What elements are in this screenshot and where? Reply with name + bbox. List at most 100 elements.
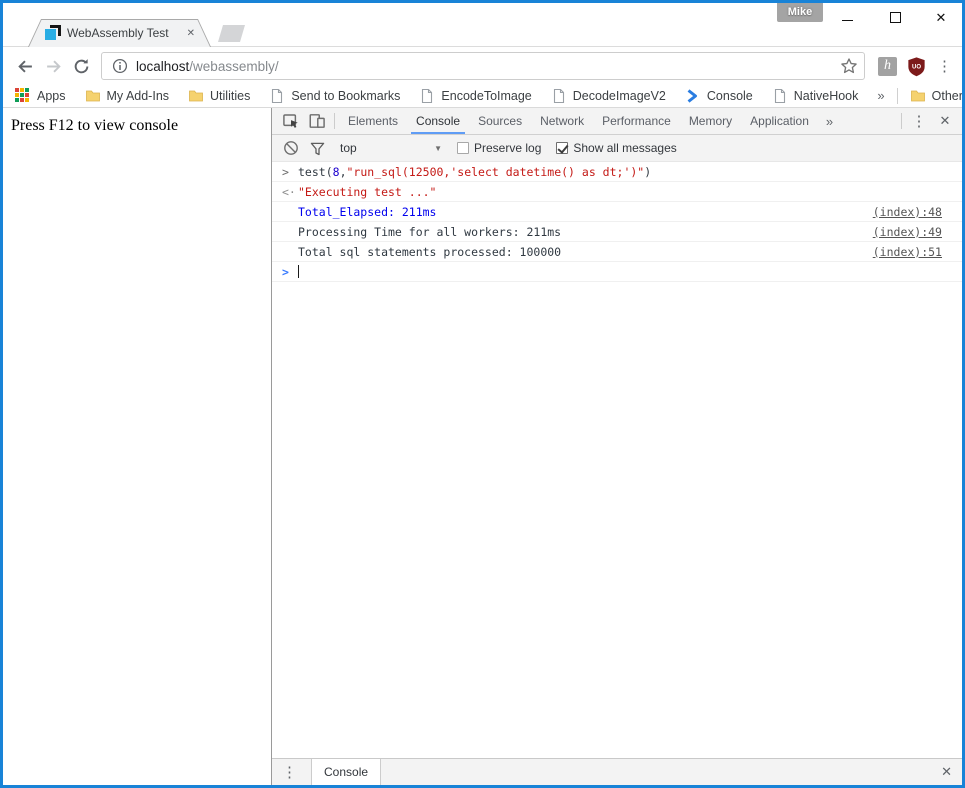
reload-button[interactable] bbox=[67, 52, 95, 80]
profile-badge[interactable]: Mike bbox=[777, 3, 823, 22]
console-row-log: Total sql statements processed: 100000 (i… bbox=[272, 242, 962, 262]
console-row-result: <·"Executing test ..." bbox=[272, 182, 962, 202]
minimize-button[interactable] bbox=[827, 3, 867, 31]
show-all-messages-checkbox[interactable]: Show all messages bbox=[556, 141, 676, 155]
console-message-text: Total_Elapsed: 211ms bbox=[298, 205, 861, 219]
devtools-tab-performance[interactable]: Performance bbox=[593, 108, 680, 134]
bookmark-label: Apps bbox=[37, 89, 66, 103]
devtools-tab-sources[interactable]: Sources bbox=[469, 108, 531, 134]
tab-close-icon[interactable]: ✕ bbox=[187, 28, 195, 39]
page-content: Press F12 to view console bbox=[3, 108, 271, 785]
maximize-button[interactable] bbox=[875, 3, 915, 31]
clear-console-button[interactable] bbox=[278, 136, 304, 160]
browser-tab[interactable]: WebAssembly Test ✕ bbox=[28, 19, 211, 47]
filter-funnel-icon bbox=[310, 141, 325, 156]
bookmark-item[interactable]: Apps bbox=[15, 88, 66, 104]
inspect-element-button[interactable] bbox=[278, 109, 304, 133]
tab-title: WebAssembly Test bbox=[67, 26, 179, 40]
console-row-input[interactable]: > bbox=[272, 262, 962, 282]
console-chevron-icon bbox=[685, 88, 701, 104]
svg-text:UO: UO bbox=[912, 64, 921, 70]
bookmark-label: Send to Bookmarks bbox=[291, 89, 400, 103]
bookmark-item[interactable]: Console bbox=[685, 88, 753, 104]
bookmark-label: Console bbox=[707, 89, 753, 103]
close-icon: ✕ bbox=[936, 11, 947, 24]
other-bookmarks-button[interactable]: Other bookmarks bbox=[910, 88, 965, 104]
bookmark-item[interactable]: Send to Bookmarks bbox=[269, 88, 400, 104]
folder-icon bbox=[85, 88, 101, 104]
console-row-log: Total_Elapsed: 211ms (index):48 bbox=[272, 202, 962, 222]
inspect-cursor-icon bbox=[282, 112, 300, 130]
maximize-icon bbox=[890, 12, 901, 23]
devtools-tab-network[interactable]: Network bbox=[531, 108, 593, 134]
drawer-close-icon[interactable]: ✕ bbox=[941, 764, 952, 780]
bookmark-item[interactable]: EncodeToImage bbox=[419, 88, 531, 104]
webassembly-favicon-icon bbox=[45, 25, 61, 41]
preserve-log-checkbox[interactable]: Preserve log bbox=[457, 141, 541, 155]
console-message-text: test(8,"run_sql(12500,'select datetime()… bbox=[298, 165, 942, 179]
forward-icon bbox=[45, 58, 62, 75]
devtools-menu-icon[interactable]: ⋮ bbox=[906, 109, 932, 133]
url-path: /webassembly/ bbox=[189, 59, 278, 74]
devtools-tabs-overflow-icon[interactable]: » bbox=[818, 114, 841, 129]
console-source-link[interactable]: (index):48 bbox=[873, 205, 942, 219]
ublock-shield-icon: UO bbox=[906, 56, 927, 77]
bookmark-label: Utilities bbox=[210, 89, 250, 103]
prompt-chevron-icon: > bbox=[282, 265, 298, 279]
prompt-chevron-icon: > bbox=[282, 165, 298, 179]
page-icon bbox=[269, 88, 285, 104]
bookmark-item[interactable]: My Add-Ins bbox=[85, 88, 170, 104]
toolbar-divider bbox=[334, 113, 335, 129]
extension-h-button[interactable]: h bbox=[878, 57, 897, 76]
chevron-down-icon: ▼ bbox=[434, 144, 442, 153]
devtools-drawer: ⋮ Console ✕ bbox=[272, 758, 962, 785]
address-bar[interactable]: localhost/webassembly/ bbox=[101, 52, 865, 80]
devtools-tabbar: ElementsConsoleSourcesNetworkPerformance… bbox=[272, 108, 962, 135]
checkbox-icon bbox=[457, 142, 469, 154]
close-button[interactable]: ✕ bbox=[921, 3, 961, 31]
toolbar-divider bbox=[901, 113, 902, 129]
console-messages[interactable]: >test(8,"run_sql(12500,'select datetime(… bbox=[272, 162, 962, 758]
drawer-tab-console[interactable]: Console bbox=[311, 759, 381, 785]
bookmark-item[interactable]: Utilities bbox=[188, 88, 250, 104]
bookmark-star-icon[interactable] bbox=[840, 57, 858, 75]
bookmark-item[interactable]: DecodeImageV2 bbox=[551, 88, 666, 104]
folder-icon bbox=[910, 88, 926, 104]
devtools-panel: ElementsConsoleSourcesNetworkPerformance… bbox=[271, 108, 962, 785]
execution-context-selector[interactable]: top ▼ bbox=[340, 141, 442, 155]
console-message-text: Total sql statements processed: 100000 bbox=[298, 245, 861, 259]
page-message: Press F12 to view console bbox=[3, 108, 271, 135]
folder-icon bbox=[188, 88, 204, 104]
apps-grid-icon bbox=[15, 88, 31, 104]
bookmark-label: My Add-Ins bbox=[107, 89, 170, 103]
checkbox-icon bbox=[556, 142, 568, 154]
minimize-icon bbox=[842, 20, 853, 21]
devtools-tab-console[interactable]: Console bbox=[407, 108, 469, 134]
forward-button[interactable] bbox=[39, 52, 67, 80]
devtools-tab-memory[interactable]: Memory bbox=[680, 108, 741, 134]
devtools-close-icon[interactable]: ✕ bbox=[932, 109, 958, 133]
reload-icon bbox=[73, 58, 90, 75]
console-source-link[interactable]: (index):51 bbox=[873, 245, 942, 259]
bookmarks-overflow-icon[interactable]: » bbox=[877, 88, 884, 103]
console-source-link[interactable]: (index):49 bbox=[873, 225, 942, 239]
bookmark-label: NativeHook bbox=[794, 89, 859, 103]
result-arrow-icon: <· bbox=[282, 185, 298, 199]
browser-menu-icon[interactable]: ⋮ bbox=[937, 57, 952, 75]
navigation-toolbar: localhost/webassembly/ h UO ⋮ bbox=[3, 48, 962, 84]
ublock-origin-button[interactable]: UO bbox=[906, 56, 927, 77]
bookmark-item[interactable]: NativeHook bbox=[772, 88, 859, 104]
page-icon bbox=[772, 88, 788, 104]
url-host: localhost bbox=[136, 59, 189, 74]
back-button[interactable] bbox=[11, 52, 39, 80]
page-icon bbox=[419, 88, 435, 104]
page-info-icon[interactable] bbox=[112, 58, 128, 74]
device-toolbar-button[interactable] bbox=[304, 109, 330, 133]
devtools-tab-application[interactable]: Application bbox=[741, 108, 818, 134]
drawer-menu-icon[interactable]: ⋮ bbox=[282, 763, 297, 781]
filter-button[interactable] bbox=[304, 136, 330, 160]
bookmark-label: EncodeToImage bbox=[441, 89, 531, 103]
back-icon bbox=[17, 58, 34, 75]
new-tab-button[interactable] bbox=[218, 25, 245, 42]
devtools-tab-elements[interactable]: Elements bbox=[339, 108, 407, 134]
